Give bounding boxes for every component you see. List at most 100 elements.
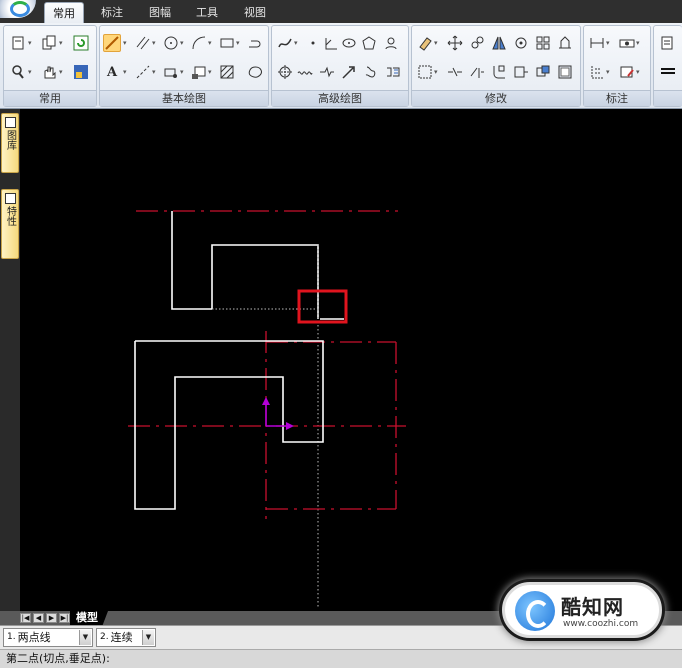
insert-block-icon[interactable] <box>190 63 208 81</box>
dimension-dropdown-icon[interactable]: ▾ <box>606 34 613 52</box>
eraser-dropdown-icon[interactable]: ▾ <box>434 34 441 52</box>
last-tab-button[interactable]: ▶| <box>59 613 70 623</box>
palette-tab-properties-label: 特性 <box>4 206 16 226</box>
circle-icon[interactable] <box>162 34 180 52</box>
drawing-canvas[interactable] <box>20 109 682 611</box>
gear-ring-icon[interactable] <box>362 63 380 81</box>
copy-dropdown-icon[interactable]: ▾ <box>59 34 66 52</box>
wave-line-icon[interactable] <box>296 63 314 81</box>
application-menu-button[interactable] <box>0 0 36 18</box>
prev-tab-button[interactable]: ◀ <box>33 613 44 623</box>
hole-icon[interactable] <box>384 63 402 81</box>
rectangle-dropdown-icon[interactable]: ▾ <box>236 34 243 52</box>
new-file-icon[interactable] <box>9 34 27 52</box>
group-label-common: 常用 <box>4 90 96 106</box>
scale-icon[interactable] <box>556 34 574 52</box>
group-label-basic-draw: 基本绘图 <box>100 90 268 106</box>
palette-tab-properties[interactable]: 特性 <box>1 189 19 259</box>
break-line-icon[interactable] <box>318 63 336 81</box>
hamburger-icon[interactable] <box>659 63 677 81</box>
text-edit-icon[interactable] <box>618 63 636 81</box>
parallel-line-icon[interactable] <box>134 34 152 52</box>
dimension-style-dropdown-icon[interactable]: ▾ <box>636 34 643 52</box>
center-line-icon[interactable] <box>134 63 152 81</box>
coordinate-dimension-icon[interactable] <box>588 63 606 81</box>
eraser-icon[interactable] <box>416 34 434 52</box>
break-icon[interactable] <box>446 63 464 81</box>
first-tab-button[interactable]: |◀ <box>20 613 31 623</box>
trim-dropdown-icon[interactable]: ▾ <box>434 63 441 81</box>
insert-block-dropdown-icon[interactable]: ▾ <box>208 63 215 81</box>
linear-dimension-icon[interactable] <box>588 34 606 52</box>
mirror-icon[interactable] <box>490 34 508 52</box>
layer-icon[interactable] <box>72 63 90 81</box>
ellipse-icon[interactable] <box>340 34 358 52</box>
arrow-icon[interactable] <box>340 63 358 81</box>
palette-tab-library-label: 图库 <box>4 130 16 150</box>
ribbon-tab-bar: 常用 标注 图幅 工具 视图 <box>0 0 682 23</box>
parallel-dropdown-icon[interactable]: ▾ <box>152 34 159 52</box>
region-icon[interactable] <box>246 63 264 81</box>
new-file-dropdown-icon[interactable]: ▾ <box>28 34 35 52</box>
tab-annotation[interactable]: 标注 <box>93 2 131 23</box>
centerline-mark-icon[interactable] <box>276 63 294 81</box>
explode-icon[interactable] <box>534 63 552 81</box>
properties-panel-icon <box>4 193 16 204</box>
site-watermark: 酷知网 www.coozhi.com <box>502 582 662 638</box>
array-icon[interactable] <box>534 34 552 52</box>
next-tab-button[interactable]: ▶ <box>46 613 57 623</box>
text-dropdown-icon[interactable]: ▾ <box>123 63 130 81</box>
hatch-icon[interactable] <box>218 63 236 81</box>
rectangle-icon[interactable] <box>218 34 236 52</box>
upper-outline <box>171 211 212 310</box>
point-icon[interactable] <box>304 34 322 52</box>
rotate-icon[interactable] <box>512 34 530 52</box>
dimension-style-icon[interactable] <box>618 34 636 52</box>
text-tool-icon[interactable]: A <box>103 63 121 81</box>
center-line-dropdown-icon[interactable]: ▾ <box>152 63 159 81</box>
tab-common[interactable]: 常用 <box>44 2 84 23</box>
extend-icon[interactable] <box>468 63 486 81</box>
ucs-axis-y-arrow <box>262 397 270 405</box>
pan-icon[interactable] <box>40 63 58 81</box>
pan-dropdown-icon[interactable]: ▾ <box>59 63 66 81</box>
stretch-icon[interactable] <box>512 63 530 81</box>
polygon-icon[interactable] <box>360 34 378 52</box>
arc-dropdown-icon[interactable]: ▾ <box>208 34 215 52</box>
zoom-dropdown-icon[interactable]: ▾ <box>28 63 35 81</box>
table-icon[interactable] <box>659 34 677 52</box>
line-mode-select[interactable]: 1. 两点线 ▼ <box>3 628 93 647</box>
trim-box-icon[interactable] <box>416 63 434 81</box>
continuity-value: 连续 <box>110 631 133 644</box>
properties-icon[interactable] <box>556 63 574 81</box>
line-mode-dropdown-icon[interactable]: ▼ <box>79 630 91 645</box>
tab-sheet[interactable]: 图幅 <box>141 2 179 23</box>
text-edit-dropdown-icon[interactable]: ▾ <box>636 63 643 81</box>
line-dropdown-icon[interactable]: ▾ <box>123 34 130 52</box>
circle-dropdown-icon[interactable]: ▾ <box>180 34 187 52</box>
cloud-line-icon[interactable] <box>382 34 400 52</box>
tab-view[interactable]: 视图 <box>236 2 274 23</box>
polyline-icon[interactable] <box>246 34 264 52</box>
copy-icon[interactable] <box>40 34 58 52</box>
tab-tools[interactable]: 工具 <box>188 2 226 23</box>
continuity-dropdown-icon[interactable]: ▼ <box>142 630 154 645</box>
arc-icon[interactable] <box>190 34 208 52</box>
group-label-partial <box>654 90 682 106</box>
zoom-icon[interactable] <box>9 63 27 81</box>
spline-dropdown-icon[interactable]: ▾ <box>294 34 301 52</box>
coordinate-dropdown-icon[interactable]: ▾ <box>606 63 613 81</box>
move-icon[interactable] <box>446 34 464 52</box>
model-tab[interactable]: 模型 <box>70 611 108 625</box>
cad-application: 常用 标注 图幅 工具 视图 ▾ ▾ ▾ ▾ 常用 ▾ ▾ ▾ ▾ ▾ A ▾ … <box>0 0 682 668</box>
rotate-copy-icon[interactable] <box>468 34 486 52</box>
fillet-icon[interactable] <box>490 63 508 81</box>
continuity-select[interactable]: 2. 连续 ▼ <box>96 628 156 647</box>
line-tool-icon[interactable] <box>103 34 121 52</box>
block-dropdown-icon[interactable]: ▾ <box>180 63 187 81</box>
spline-icon[interactable] <box>276 34 294 52</box>
refresh-icon[interactable] <box>72 34 90 52</box>
angle-line-icon[interactable] <box>322 34 340 52</box>
palette-tab-library[interactable]: 图库 <box>1 113 19 173</box>
block-icon[interactable] <box>162 63 180 81</box>
